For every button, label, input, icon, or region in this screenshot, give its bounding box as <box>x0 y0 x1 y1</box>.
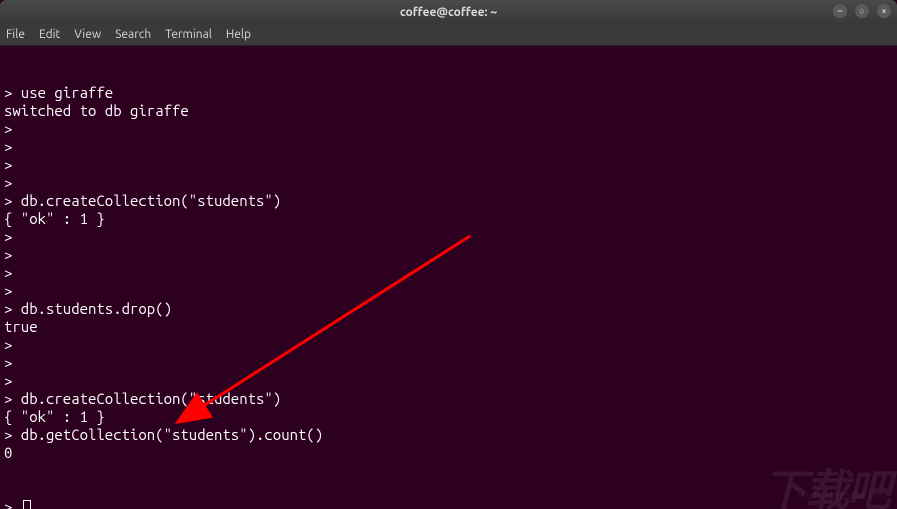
terminal-line: > <box>4 264 893 282</box>
terminal-line: > <box>4 174 893 192</box>
terminal-prompt-line: > <box>4 498 893 509</box>
terminal-line: > db.createCollection("students") <box>4 192 893 210</box>
window-titlebar: coffee@coffee: ~ – ○ × <box>0 0 897 24</box>
terminal-line: > <box>4 138 893 156</box>
terminal-line: > db.students.drop() <box>4 300 893 318</box>
terminal-line: true <box>4 318 893 336</box>
terminal-line: > <box>4 246 893 264</box>
terminal-line: > <box>4 282 893 300</box>
terminal-line: > <box>4 120 893 138</box>
maximize-button[interactable]: ○ <box>855 4 869 18</box>
menu-terminal[interactable]: Terminal <box>165 28 212 41</box>
menu-search[interactable]: Search <box>115 28 151 41</box>
terminal-line: > use giraffe <box>4 84 893 102</box>
terminal-cursor <box>23 500 31 509</box>
window-controls: – ○ × <box>833 4 891 18</box>
terminal-line: > <box>4 336 893 354</box>
terminal-line: > db.getCollection("students").count() <box>4 426 893 444</box>
terminal-line: > <box>4 354 893 372</box>
menu-help[interactable]: Help <box>226 28 251 41</box>
menubar: File Edit View Search Terminal Help <box>0 24 897 46</box>
terminal-line: { "ok" : 1 } <box>4 210 893 228</box>
terminal-line: > <box>4 228 893 246</box>
terminal-viewport[interactable]: > use giraffeswitched to db giraffe> > >… <box>0 46 897 509</box>
window-title: coffee@coffee: ~ <box>400 6 497 19</box>
close-button[interactable]: × <box>877 4 891 18</box>
terminal-line: > db.createCollection("students") <box>4 390 893 408</box>
terminal-line: { "ok" : 1 } <box>4 408 893 426</box>
menu-edit[interactable]: Edit <box>39 28 60 41</box>
terminal-line: switched to db giraffe <box>4 102 893 120</box>
menu-file[interactable]: File <box>6 28 25 41</box>
terminal-line: 0 <box>4 444 893 462</box>
terminal-line: > <box>4 372 893 390</box>
menu-view[interactable]: View <box>74 28 101 41</box>
terminal-line: > <box>4 156 893 174</box>
terminal-content: > use giraffeswitched to db giraffe> > >… <box>4 84 893 462</box>
minimize-button[interactable]: – <box>833 4 847 18</box>
